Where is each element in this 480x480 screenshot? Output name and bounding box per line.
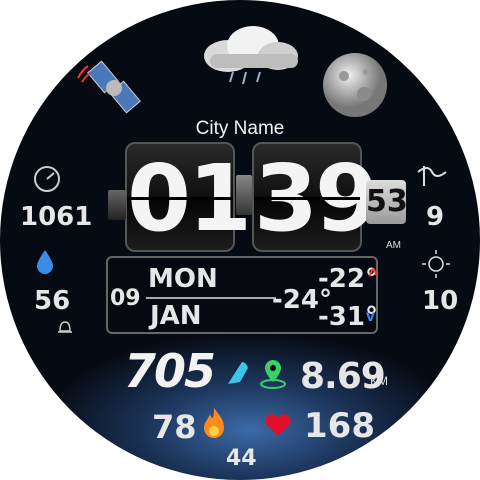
seconds-display: 53 — [366, 180, 408, 224]
barometer-icon — [34, 166, 60, 192]
flame-icon — [204, 408, 224, 438]
high-temp-arrow-icon: ^ — [368, 265, 379, 285]
distance-unit: KM — [370, 374, 388, 388]
uv-value: 10 — [422, 286, 459, 316]
moon-icon — [323, 53, 387, 117]
steps-value: 705 — [124, 344, 216, 398]
hours-display: 01 — [125, 142, 252, 252]
heart-icon — [265, 414, 291, 436]
calories-value: 78 — [152, 408, 197, 446]
pressure-value: 1061 — [20, 202, 93, 232]
bottom-value: 44 — [226, 446, 257, 471]
heart-rate-value: 168 — [304, 406, 375, 446]
month-label: JAN — [150, 301, 202, 331]
watch-face: City Name 01 39 53 AM 09 MON JAN -24° -2… — [0, 0, 480, 480]
flip-hinge — [236, 175, 252, 215]
humidity-value: 56 — [34, 286, 71, 316]
minutes-display: 39 — [252, 142, 379, 252]
alarm-bell-icon — [58, 321, 72, 333]
date-divider — [146, 297, 276, 299]
ampm-label: AM — [386, 240, 401, 251]
satellite-icon — [77, 60, 141, 114]
low-temp-arrow-icon: v — [366, 308, 375, 325]
wind-value: 9 — [426, 202, 445, 232]
cloud-rain-icon — [204, 26, 298, 85]
city-name: City Name — [195, 118, 285, 139]
location-pin-icon — [260, 360, 286, 389]
wind-icon — [417, 166, 447, 186]
weekday-label: MON — [148, 264, 218, 294]
running-shoe-icon — [228, 362, 248, 384]
uv-sun-icon — [422, 250, 450, 278]
humidity-drop-icon — [37, 250, 53, 274]
day-number: 09 — [110, 286, 141, 311]
flip-side-left — [108, 190, 126, 220]
